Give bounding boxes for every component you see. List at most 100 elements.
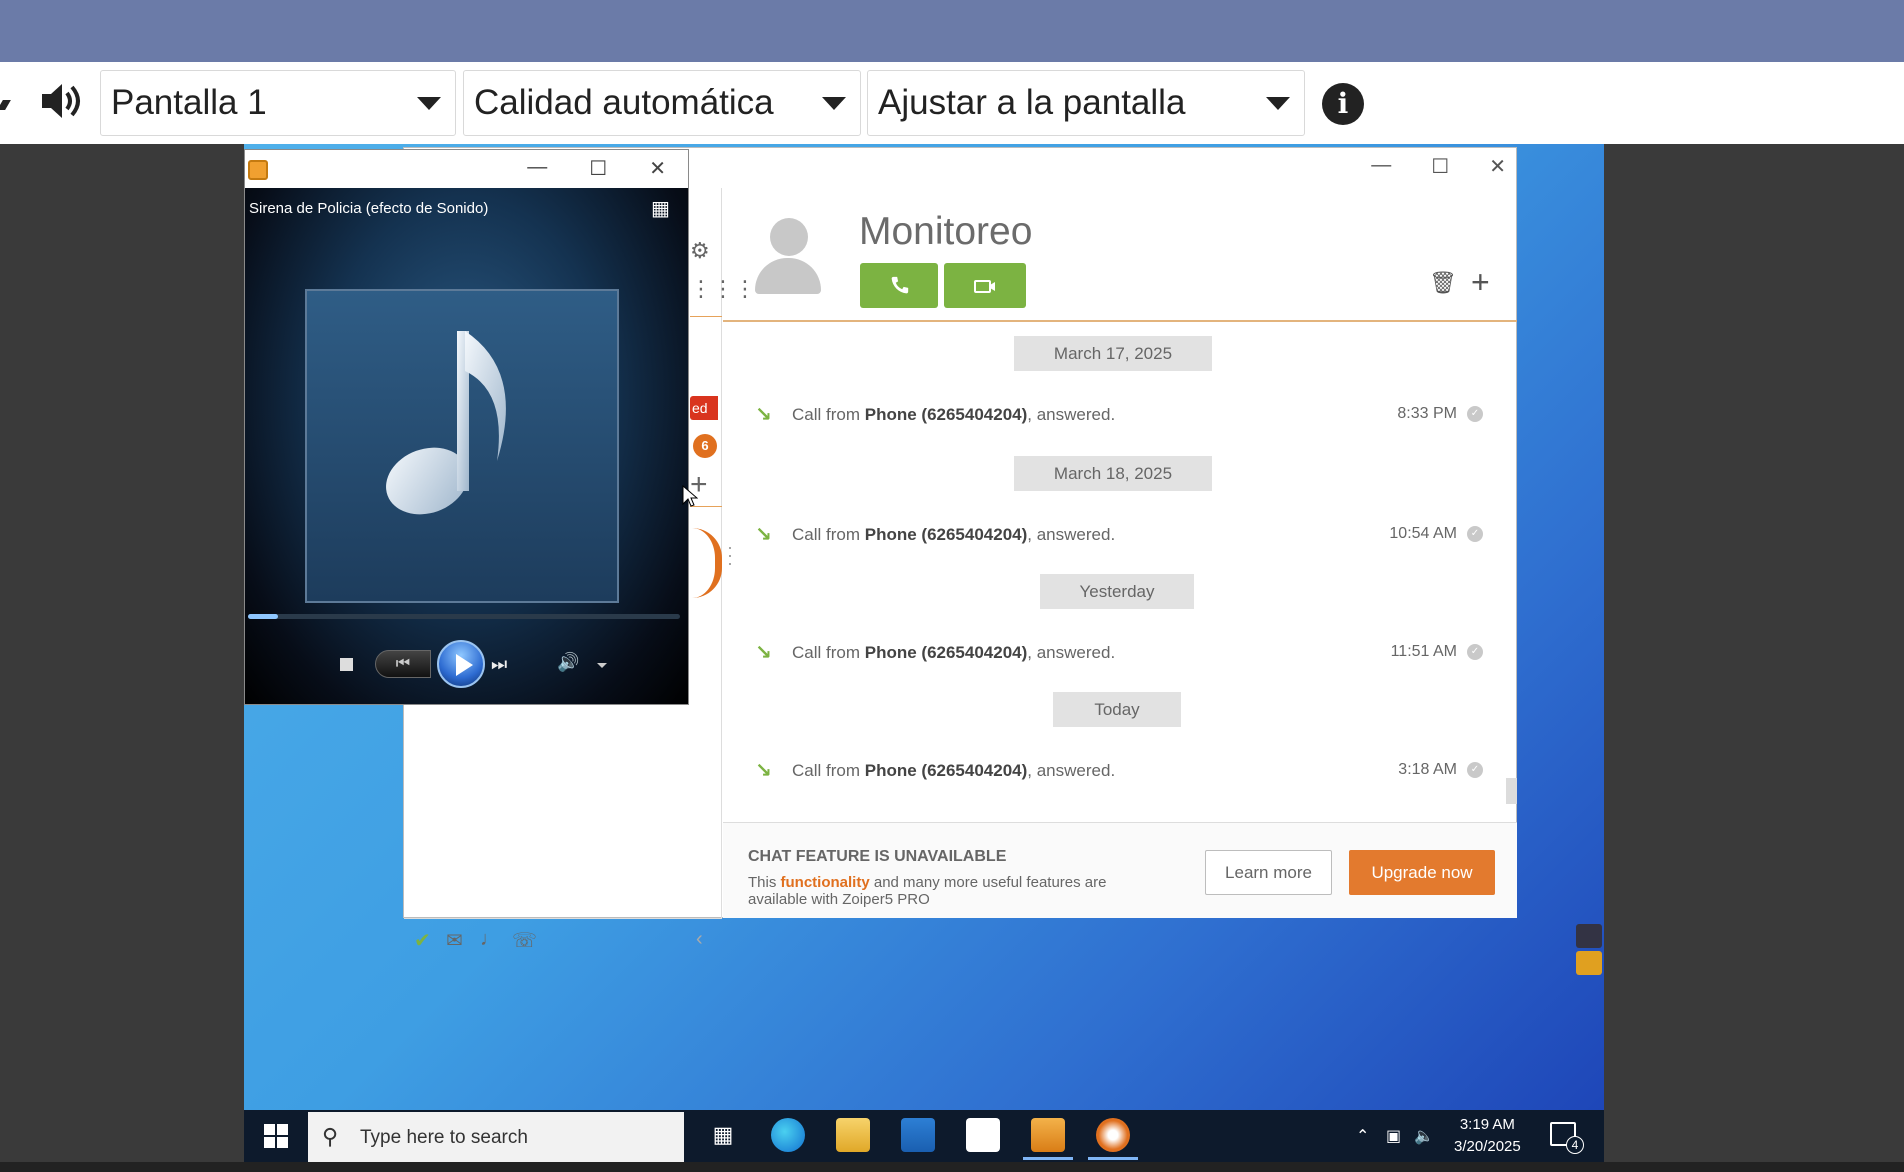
play-icon: [456, 654, 473, 676]
display-select[interactable]: Pantalla 1: [100, 70, 456, 136]
now-playing-view: Sirena de Policia (efecto de Sonido) ▦ ⏮…: [245, 188, 688, 704]
remote-session-header: [0, 0, 1904, 62]
maximize-icon[interactable]: ☐: [1431, 154, 1449, 179]
call-status: , answered.: [1027, 405, 1116, 424]
stop-icon[interactable]: [340, 658, 353, 671]
phone-settings-icon[interactable]: ☏: [512, 928, 537, 953]
show-hidden-icons-icon[interactable]: ⌃: [1356, 1126, 1369, 1146]
call-time: 11:51 AM: [1390, 643, 1457, 660]
message-icon[interactable]: ✉: [446, 928, 463, 953]
edge-browser-icon[interactable]: [771, 1118, 805, 1152]
minimize-icon[interactable]: —: [527, 156, 547, 181]
caller-name: Phone (6265404204): [864, 405, 1028, 424]
date-separator: Today: [1053, 692, 1181, 727]
chevron-down-icon: [1266, 97, 1290, 110]
chat-unavailable-banner: CHAT FEATURE IS UNAVAILABLE This functio…: [723, 822, 1517, 918]
notification-center-icon[interactable]: 4: [1550, 1122, 1584, 1154]
volume-dropdown-icon[interactable]: [597, 663, 607, 668]
switch-to-library-icon[interactable]: ▦: [651, 196, 670, 221]
remote-desktop: — ☐ ✕ ⚙ ⋮⋮⋮ ed 6 + ✔ ✉ ♩ ☏ ‹ · · · Monit…: [244, 144, 1604, 1112]
call-time: 10:54 AM: [1389, 525, 1457, 542]
avatar: [755, 218, 821, 298]
pen-icon[interactable]: [0, 100, 11, 110]
song-title: Sirena de Policia (efecto de Sonido): [249, 200, 489, 217]
close-icon[interactable]: ✕: [1489, 154, 1506, 179]
settings-icon[interactable]: [1576, 924, 1602, 948]
call-text: Call from: [792, 643, 865, 662]
player-title-bar: — ☐ ✕: [245, 150, 688, 188]
caller-name: Phone (6265404204): [864, 761, 1028, 780]
gear-icon[interactable]: ⚙: [690, 238, 710, 264]
call-text: Call from: [792, 525, 865, 544]
file-explorer-icon[interactable]: [836, 1118, 870, 1152]
close-icon[interactable]: ✕: [649, 156, 666, 181]
maximize-icon[interactable]: ☐: [589, 156, 607, 181]
banner-text: This functionality and many more useful …: [748, 874, 1108, 908]
volume-icon[interactable]: 🔈: [1414, 1126, 1434, 1146]
call-history-row[interactable]: ↘ Call from Phone (6265404204), answered…: [723, 756, 1517, 786]
next-track-icon[interactable]: ⏭: [491, 650, 537, 678]
contact-panel: Monitoreo 🗑 + March 17, 2025 ↘ Call from…: [723, 188, 1517, 918]
check-icon: ✓: [1467, 762, 1483, 778]
monitor-icon[interactable]: [1576, 951, 1602, 975]
playback-controls: ⏮ ⏭ 🔊: [245, 636, 688, 692]
banner-highlight: functionality: [780, 874, 870, 891]
mail-icon[interactable]: [966, 1118, 1000, 1152]
contact-name: Monitoreo: [859, 210, 1033, 253]
status-online-icon[interactable]: ✔: [414, 928, 431, 953]
minimize-icon[interactable]: —: [1371, 154, 1391, 179]
divider: [690, 316, 722, 317]
incoming-call-icon: ↘: [755, 524, 772, 546]
banner-text-start: This: [748, 874, 781, 891]
zoiper-logo: [692, 528, 722, 598]
volume-icon[interactable]: 🔊: [557, 652, 579, 673]
upgrade-now-button[interactable]: Upgrade now: [1349, 850, 1495, 895]
taskbar-search[interactable]: ⚲ Type here to search: [308, 1112, 684, 1162]
store-icon[interactable]: [901, 1118, 935, 1152]
music-note-icon: [386, 331, 506, 515]
scale-select[interactable]: Ajustar a la pantalla: [867, 70, 1305, 136]
seek-bar[interactable]: [248, 614, 680, 619]
taskbar: ⚲ Type here to search ▦ ⌃ ▣ 🔈 3:19 AM 3/…: [244, 1110, 1604, 1162]
call-history-row[interactable]: ↘ Call from Phone (6265404204), answered…: [723, 638, 1517, 668]
call-text: Call from: [792, 405, 865, 424]
call-time: 8:33 PM: [1397, 405, 1457, 422]
clock-date: 3/20/2025: [1454, 1138, 1521, 1155]
trash-icon[interactable]: 🗑: [1429, 270, 1457, 296]
call-button[interactable]: [860, 263, 938, 308]
call-status: , answered.: [1027, 525, 1116, 544]
media-player-taskbar-icon[interactable]: [1023, 1118, 1073, 1160]
search-placeholder: Type here to search: [360, 1127, 528, 1148]
play-button[interactable]: [437, 640, 485, 688]
sidebar-status-bar: ✔ ✉ ♩ ☏ ‹: [404, 918, 722, 958]
collapse-icon[interactable]: ‹: [696, 928, 703, 951]
window-controls: — ☐ ✕: [527, 156, 666, 181]
taskbar-clock[interactable]: 3:19 AM 3/20/2025: [1454, 1114, 1521, 1158]
network-icon[interactable]: ▣: [1386, 1126, 1401, 1146]
windows-start-icon[interactable]: [264, 1124, 288, 1148]
video-call-button[interactable]: [944, 263, 1026, 308]
chevron-down-icon: [417, 97, 441, 110]
clock-time: 3:19 AM: [1459, 1116, 1515, 1133]
add-icon[interactable]: +: [1471, 264, 1490, 301]
search-icon: ⚲: [322, 1124, 339, 1149]
check-icon: ✓: [1467, 406, 1483, 422]
speaker-icon[interactable]: ♩: [480, 928, 500, 951]
incoming-call-icon: ↘: [755, 642, 772, 664]
call-history: March 17, 2025 ↘ Call from Phone (626540…: [723, 322, 1517, 822]
previous-track-icon[interactable]: ⏮: [375, 650, 431, 678]
zoiper-taskbar-icon[interactable]: [1088, 1118, 1138, 1160]
quality-select[interactable]: Calidad automática: [463, 70, 861, 136]
call-text: Call from: [792, 761, 865, 780]
learn-more-button[interactable]: Learn more: [1205, 850, 1332, 895]
caller-name: Phone (6265404204): [864, 525, 1028, 544]
task-view-icon[interactable]: ▦: [706, 1118, 740, 1152]
info-icon[interactable]: i: [1322, 83, 1364, 125]
scrollbar-thumb[interactable]: [1506, 778, 1517, 804]
check-icon: ✓: [1467, 526, 1483, 542]
viewer-background: [1604, 144, 1904, 1172]
call-status: , answered.: [1027, 761, 1116, 780]
call-history-row[interactable]: ↘ Call from Phone (6265404204), answered…: [723, 520, 1517, 550]
call-history-row[interactable]: ↘ Call from Phone (6265404204), answered…: [723, 400, 1517, 430]
speaker-icon[interactable]: [38, 79, 82, 123]
